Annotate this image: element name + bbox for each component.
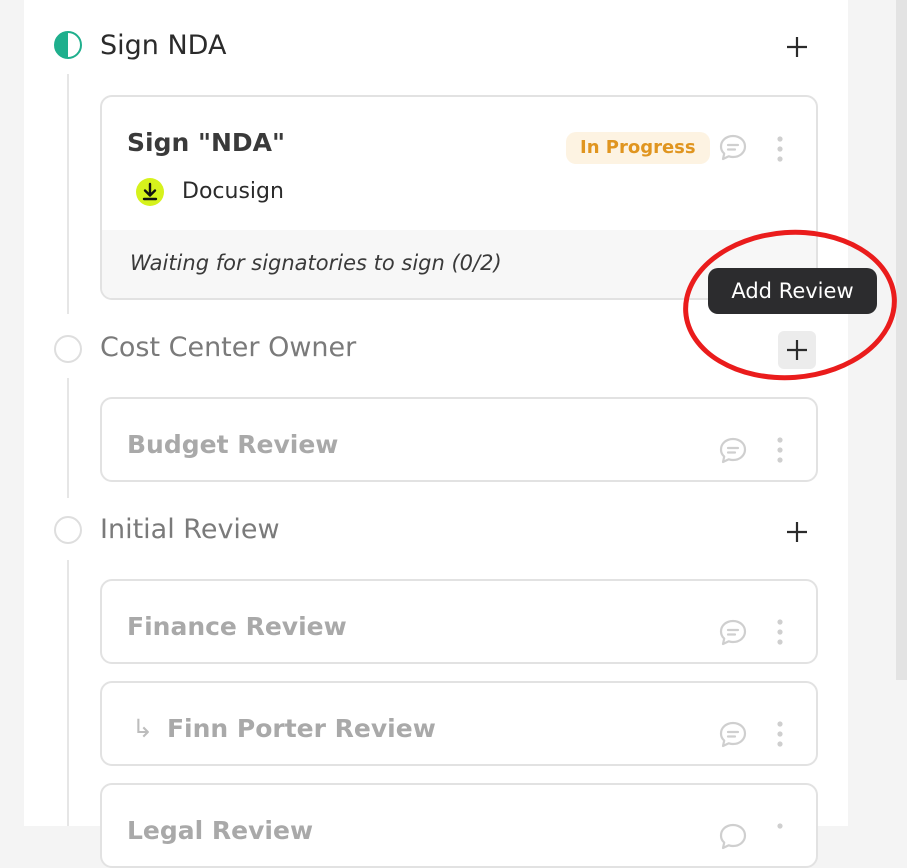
status-badge: In Progress	[566, 132, 710, 164]
card-title: Budget Review	[127, 430, 339, 459]
provider-label: Docusign	[182, 179, 284, 204]
finance-review-card[interactable]: Finance Review	[100, 579, 818, 664]
timeline-line	[67, 378, 69, 498]
timeline-line	[67, 74, 69, 314]
more-vertical-icon[interactable]	[777, 619, 783, 645]
card-title: Finance Review	[127, 612, 347, 641]
pending-status-icon	[54, 335, 82, 363]
half-complete-status-icon	[54, 31, 82, 59]
section-title-cost-center-owner: Cost Center Owner	[100, 332, 357, 363]
sub-review-arrow-icon: ↳	[132, 714, 153, 743]
waiting-status-text: Waiting for signatories to sign (0/2)	[130, 251, 502, 275]
add-review-button[interactable]	[778, 513, 816, 551]
chat-bubble-icon[interactable]	[718, 720, 748, 750]
finn-porter-review-card[interactable]: ↳ Finn Porter Review	[100, 681, 818, 766]
scrollbar[interactable]	[896, 0, 907, 680]
budget-review-card[interactable]: Budget Review	[100, 397, 818, 482]
card-title-text: Finn Porter Review	[166, 714, 436, 743]
more-vertical-icon[interactable]	[777, 823, 783, 849]
plus-icon	[787, 522, 807, 542]
plus-icon	[787, 37, 807, 57]
chat-bubble-icon[interactable]	[718, 133, 748, 163]
chat-bubble-icon[interactable]	[718, 822, 748, 852]
more-vertical-icon[interactable]	[777, 136, 783, 162]
chat-bubble-icon[interactable]	[718, 618, 748, 648]
card-title: ↳ Finn Porter Review	[132, 713, 436, 745]
chat-bubble-icon[interactable]	[718, 436, 748, 466]
timeline-line	[67, 560, 69, 826]
download-icon	[136, 178, 164, 206]
card-title: Sign "NDA"	[127, 128, 286, 157]
section-title-initial-review: Initial Review	[100, 514, 280, 545]
more-vertical-icon[interactable]	[777, 721, 783, 747]
pending-status-icon	[54, 516, 82, 544]
card-title: Legal Review	[127, 816, 314, 845]
section-title-sign-nda: Sign NDA	[100, 30, 227, 61]
more-vertical-icon[interactable]	[777, 437, 783, 463]
add-review-button[interactable]	[778, 28, 816, 66]
